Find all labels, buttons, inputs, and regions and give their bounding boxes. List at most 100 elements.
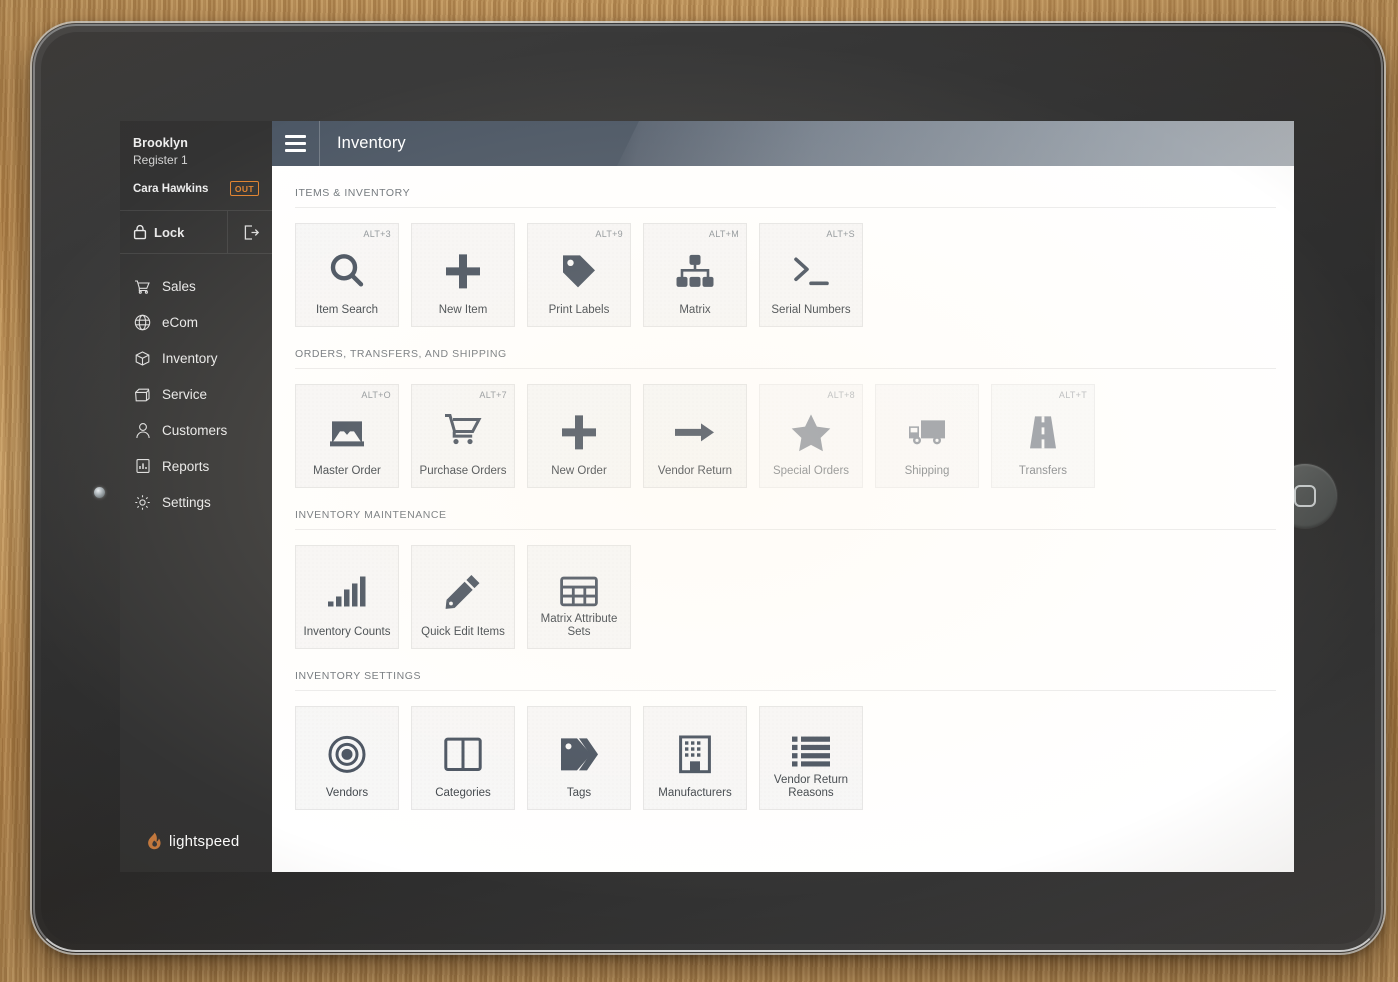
double-tag-icon: [556, 731, 602, 777]
target-icon: [324, 731, 370, 777]
plus-icon: [440, 248, 486, 294]
sidebar-item-label: Customers: [162, 422, 228, 438]
page-title: Inventory: [337, 134, 406, 152]
tile-shortcut: ALT+8: [827, 390, 855, 400]
tile-shortcut: ALT+T: [1058, 390, 1087, 400]
tile-serial-numbers[interactable]: ALT+S Serial Numbers: [759, 223, 863, 327]
tile-label: New Item: [438, 303, 488, 316]
lock-label: Lock: [154, 224, 185, 240]
section-inventory-settings: INVENTORY SETTINGS Vendors Categories Ta…: [295, 649, 1276, 810]
tile-print-labels[interactable]: ALT+9 Print Labels: [527, 223, 631, 327]
home-button-square-icon: [1294, 485, 1316, 507]
tile-tags[interactable]: Tags: [527, 706, 631, 810]
tile-row: ALT+3 Item Search New Item ALT+9 Print L…: [295, 208, 1276, 327]
lock-button[interactable]: Lock: [120, 211, 228, 253]
tile-new-order[interactable]: New Order: [527, 384, 631, 488]
sidebar-item-label: Inventory: [162, 350, 218, 366]
sidebar-item-service[interactable]: Service: [120, 376, 272, 412]
terminal-icon: [788, 248, 834, 294]
section-orders-transfers-shipping: ORDERS, TRANSFERS, AND SHIPPING ALT+O Ma…: [295, 327, 1276, 488]
sidebar-item-label: Service: [162, 386, 208, 402]
tile-label: Transfers: [1018, 464, 1068, 477]
tile-label: New Order: [551, 464, 607, 477]
store-name: Brooklyn: [133, 136, 188, 150]
tile-label: Quick Edit Items: [421, 626, 505, 638]
tile-categories[interactable]: Categories: [411, 706, 515, 810]
tile-master-order[interactable]: ALT+O Master Order: [295, 384, 399, 488]
building-icon: [672, 731, 718, 777]
grid-table-icon: [556, 568, 602, 614]
sidebar-item-settings[interactable]: Settings: [120, 484, 272, 520]
sidebar-item-label: Reports: [162, 458, 210, 474]
sidebar-item-reports[interactable]: Reports: [120, 448, 272, 484]
columns-icon: [440, 731, 486, 777]
matrix-icon: [672, 248, 718, 294]
tile-vendors[interactable]: Vendors: [295, 706, 399, 810]
tile-shortcut: ALT+9: [595, 229, 623, 239]
sidebar-item-label: Sales: [162, 278, 196, 294]
tile-shortcut: ALT+3: [363, 229, 391, 239]
tile-label: Inventory Counts: [303, 626, 391, 638]
tile-label: Vendor Return: [657, 464, 733, 477]
tile-item-search[interactable]: ALT+3 Item Search: [295, 223, 399, 327]
globe-icon: [134, 314, 151, 331]
sidebar-item-sales[interactable]: Sales: [120, 268, 272, 304]
tile-quick-edit-items[interactable]: Quick Edit Items: [411, 545, 515, 649]
logout-button[interactable]: [228, 211, 272, 253]
road-icon: [1020, 409, 1066, 455]
tile-row: Inventory Counts Quick Edit Items Matrix…: [295, 530, 1276, 649]
store-block: Brooklyn Register 1: [120, 121, 272, 168]
status-badge: OUT: [229, 181, 259, 196]
tablet-bezel: Brooklyn Register 1 Cara Hawkins OUT Loc…: [41, 32, 1375, 944]
tile-label: Vendors: [325, 786, 369, 799]
tile-matrix-attribute-sets[interactable]: Matrix Attribute Sets: [527, 545, 631, 649]
tile-vendor-return-reasons[interactable]: Vendor Return Reasons: [759, 706, 863, 810]
tile-shipping[interactable]: Shipping: [875, 384, 979, 488]
tile-label: Special Orders: [772, 464, 850, 477]
tile-purchase-orders[interactable]: ALT+7 Purchase Orders: [411, 384, 515, 488]
tablet-device: Brooklyn Register 1 Cara Hawkins OUT Loc…: [32, 23, 1384, 953]
inbox-tray-icon: [324, 409, 370, 455]
tile-row: Vendors Categories Tags Manufacturers Ve…: [295, 691, 1276, 810]
tile-label: Matrix: [679, 303, 711, 316]
plus-icon: [556, 409, 602, 455]
tile-label: Matrix Attribute Sets: [540, 613, 618, 638]
tile-row: ALT+O Master Order ALT+7 Purchase Orders…: [295, 369, 1276, 488]
shopping-cart-icon: [440, 407, 486, 453]
tile-new-item[interactable]: New Item: [411, 223, 515, 327]
user-row[interactable]: Cara Hawkins OUT: [120, 168, 272, 210]
sidebar-item-inventory[interactable]: Inventory: [120, 340, 272, 376]
tile-label: Tags: [566, 786, 592, 799]
tile-matrix[interactable]: ALT+M Matrix: [643, 223, 747, 327]
tile-label: Purchase Orders: [419, 465, 507, 477]
tile-label: Serial Numbers: [771, 303, 851, 316]
hamburger-icon[interactable]: [272, 121, 319, 166]
truck-icon: [904, 409, 950, 455]
sidebar-item-ecom[interactable]: eCom: [120, 304, 272, 340]
sidebar: Brooklyn Register 1 Cara Hawkins OUT Loc…: [120, 121, 272, 872]
tile-shortcut: ALT+M: [708, 229, 739, 239]
section-heading: INVENTORY MAINTENANCE: [295, 488, 1276, 530]
logout-icon: [241, 223, 260, 242]
cart-icon: [134, 278, 151, 295]
topbar-sheen: [617, 121, 1294, 166]
tile-label: Print Labels: [548, 303, 610, 316]
tile-transfers[interactable]: ALT+T Transfers: [991, 384, 1095, 488]
sidebar-item-label: eCom: [162, 314, 199, 330]
sidebar-item-customers[interactable]: Customers: [120, 412, 272, 448]
tag-icon: [556, 248, 602, 294]
padlock-icon: [133, 224, 147, 240]
tile-shortcut: ALT+S: [826, 229, 855, 239]
star-icon: [788, 409, 834, 455]
content-area: ITEMS & INVENTORY ALT+3 Item Search New …: [272, 166, 1294, 872]
tile-special-orders[interactable]: ALT+8 Special Orders: [759, 384, 863, 488]
desk-scene: Brooklyn Register 1 Cara Hawkins OUT Loc…: [0, 0, 1398, 982]
section-heading: ORDERS, TRANSFERS, AND SHIPPING: [295, 327, 1276, 369]
front-camera-icon: [94, 487, 105, 498]
tile-manufacturers[interactable]: Manufacturers: [643, 706, 747, 810]
tile-label: Item Search: [316, 303, 378, 316]
tile-vendor-return[interactable]: Vendor Return: [643, 384, 747, 488]
register-name: Register 1: [133, 153, 188, 167]
flame-icon: [147, 832, 162, 850]
tile-inventory-counts[interactable]: Inventory Counts: [295, 545, 399, 649]
